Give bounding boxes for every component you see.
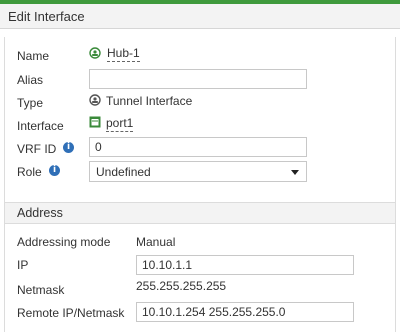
info-icon[interactable]: i [63, 142, 74, 153]
name-label: Name [17, 49, 50, 63]
netmask-value: 255.255.255.255 [136, 279, 227, 293]
address-section-title: Address [17, 206, 63, 220]
chevron-down-icon [291, 170, 299, 175]
vrf-id-label: VRF ID [17, 142, 57, 156]
interface-name-value[interactable]: Hub-1 [107, 46, 140, 62]
ip-input[interactable] [136, 255, 354, 275]
dialog-header: Edit Interface [0, 4, 400, 29]
type-label: Type [17, 96, 44, 110]
remote-ip-input[interactable] [136, 302, 354, 322]
alias-input[interactable] [89, 69, 307, 89]
vrf-id-input[interactable] [89, 137, 307, 157]
ip-label: IP [17, 258, 29, 272]
alias-label: Alias [17, 73, 44, 87]
edit-interface-form: Name Hub-1 Alias Type Tunnel Interface I… [4, 37, 396, 332]
tunnel-icon [89, 94, 101, 106]
addressing-mode-value: Manual [136, 235, 176, 249]
dialog-title: Edit Interface [8, 9, 85, 24]
type-value: Tunnel Interface [106, 94, 193, 108]
addressing-mode-label: Addressing mode [17, 235, 111, 249]
role-select[interactable]: Undefined [89, 161, 307, 182]
netmask-label: Netmask [17, 283, 65, 297]
info-icon[interactable]: i [49, 165, 60, 176]
tunnel-icon [89, 47, 101, 59]
role-label: Role [17, 165, 42, 179]
address-section-header: Address [5, 202, 395, 224]
port-icon [89, 116, 101, 128]
remote-ip-label: Remote IP/Netmask [17, 306, 125, 320]
port-value[interactable]: port1 [106, 116, 134, 132]
interface-label: Interface [17, 119, 64, 133]
role-selected-value: Undefined [96, 165, 151, 179]
